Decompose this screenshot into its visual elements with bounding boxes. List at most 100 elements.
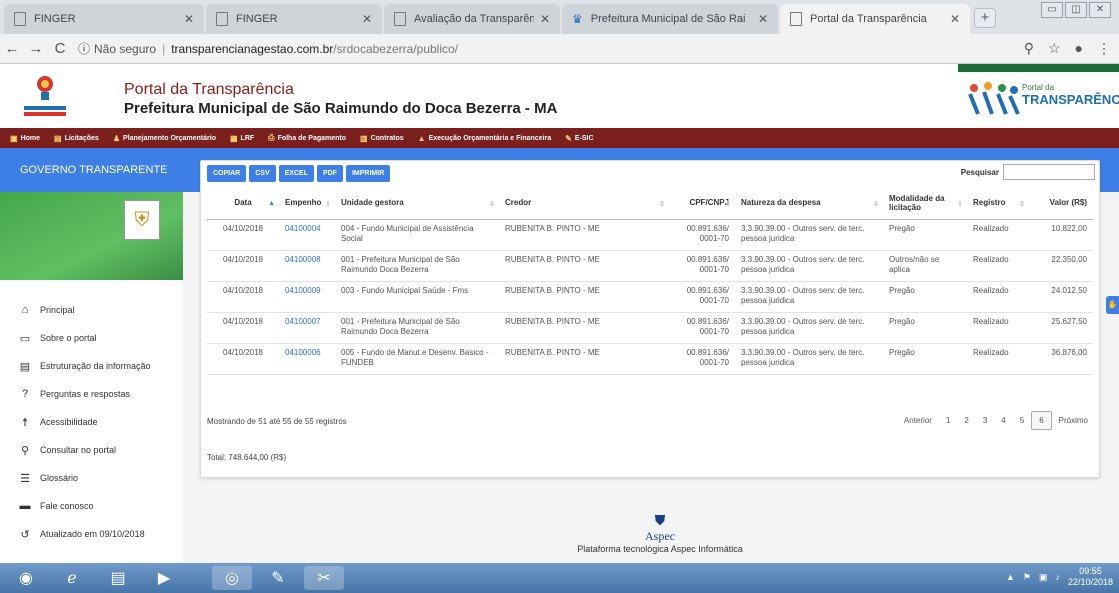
sidebar-item-glossario[interactable]: ☰ Glossário xyxy=(0,464,183,492)
forward-icon[interactable]: → xyxy=(24,40,48,57)
excel-button[interactable]: EXCEL xyxy=(278,165,314,182)
page-button[interactable]: 1 xyxy=(939,412,957,429)
system-tray: ▲ ⚑ ▣ ♪ 09:55 22/10/2018 xyxy=(1006,566,1113,588)
copy-button[interactable]: COPIAR xyxy=(207,165,247,182)
sidebar-item-acessibilidade[interactable]: ☨ Acessibilidade xyxy=(0,408,183,436)
close-icon[interactable]: ✕ xyxy=(758,12,768,26)
network-icon[interactable]: ▣ xyxy=(1039,572,1048,583)
empenho-link[interactable]: 04100008 xyxy=(285,255,321,264)
col-registro[interactable]: Registro ⇕ xyxy=(967,187,1029,220)
edit-icon: ✎ xyxy=(565,133,572,143)
next-page-button[interactable]: Próximo xyxy=(1052,412,1095,429)
sidebar-item-sobre[interactable]: ▭ Sobre o portal xyxy=(0,324,183,352)
zoom-icon[interactable]: ⚲ xyxy=(1024,40,1034,57)
browser-tab-strip: FINGER ✕ FINGER ✕ Avaliação da Transparê… xyxy=(0,0,1119,34)
sidebar-item-consultar[interactable]: ⚲ Consultar no portal xyxy=(0,436,183,464)
back-icon[interactable]: ← xyxy=(0,40,24,57)
page-button[interactable]: 5 xyxy=(1013,412,1031,429)
tray-arrow-icon[interactable]: ▲ xyxy=(1006,572,1015,582)
browser-tab-active[interactable]: Portal da Transparência ✕ xyxy=(780,4,970,34)
maximize-icon[interactable]: ◫ xyxy=(1065,2,1087,18)
sidebar-item-principal[interactable]: ⌂ Principal xyxy=(0,296,183,324)
vlibras-icon[interactable]: ✋ xyxy=(1106,296,1119,314)
menu-item-folha[interactable]: ⎙ Folha de Pagamento xyxy=(268,133,346,143)
empenho-link[interactable]: 04100007 xyxy=(285,317,321,326)
browser-tab[interactable]: Avaliação da Transparência dos ✕ xyxy=(384,4,560,34)
empenho-link[interactable]: 04100006 xyxy=(285,348,321,357)
browser-tab[interactable]: ♛ Prefeitura Municipal de São Rai ✕ xyxy=(562,4,778,34)
print-button[interactable]: IMPRIMIR xyxy=(345,165,391,182)
paint-icon[interactable]: ✎ xyxy=(258,566,298,590)
cell-modalidade: Pregão xyxy=(883,312,967,344)
current-page-button[interactable]: 6 xyxy=(1031,411,1052,430)
pdf-button[interactable]: PDF xyxy=(316,165,343,182)
start-button-icon[interactable]: ◉ xyxy=(6,566,46,590)
cell-registro: Realizado xyxy=(967,343,1029,375)
cell-natureza: 3.3.90.39.00 - Outros serv. de terc. pes… xyxy=(735,343,883,375)
menu-item-licitacoes[interactable]: ▤ Licitações xyxy=(54,134,99,143)
cell-cpf-cnpj: 00.891.636/ 0001-70 xyxy=(669,219,735,251)
cell-credor: RUBENITA B. PINTO - ME xyxy=(499,343,669,375)
search-input[interactable] xyxy=(1003,164,1095,180)
menu-item-esic[interactable]: ✎ E-SIC xyxy=(565,134,593,143)
col-valor[interactable]: Valor (R$) xyxy=(1029,187,1093,220)
col-empenho[interactable]: Empenho ⇕ xyxy=(279,187,335,220)
browser-tab[interactable]: FINGER ✕ xyxy=(4,4,204,34)
flag-icon[interactable]: ⚑ xyxy=(1023,572,1031,583)
reload-icon[interactable]: C xyxy=(48,40,72,57)
col-natureza[interactable]: Natureza da despesa ⇕ xyxy=(735,187,883,220)
col-credor[interactable]: Credor ⇕ xyxy=(499,187,669,220)
col-modalidade[interactable]: Modalidade da licitação ⇕ xyxy=(883,187,967,220)
profile-icon[interactable]: ● xyxy=(1075,40,1083,57)
close-icon[interactable]: ✕ xyxy=(184,12,194,26)
menu-item-planejamento[interactable]: ♟ Planejamento Orçamentário xyxy=(113,134,216,143)
col-data[interactable]: Data ▲ xyxy=(207,187,279,220)
browser-tab[interactable]: FINGER ✕ xyxy=(206,4,382,34)
header-label: Modalidade da licitação xyxy=(889,193,945,212)
menu-item-execucao[interactable]: ▲ Execução Orçamentária e Financeira xyxy=(418,134,551,143)
new-tab-button[interactable]: + xyxy=(974,8,996,28)
col-cpf-cnpj[interactable]: CPF/CNPJ ⇕ xyxy=(669,187,735,220)
city-logo[interactable] xyxy=(20,72,70,122)
info-icon[interactable]: ⓘ xyxy=(78,40,90,57)
col-unidade[interactable]: Unidade gestora ⇕ xyxy=(335,187,499,220)
page-button[interactable]: 4 xyxy=(994,412,1012,429)
csv-button[interactable]: CSV xyxy=(249,165,276,182)
volume-icon[interactable]: ♪ xyxy=(1055,572,1060,582)
search-label: Pesquisar xyxy=(960,167,999,177)
close-window-icon[interactable]: ✕ xyxy=(1089,2,1111,18)
header-label: Natureza da despesa xyxy=(741,198,821,208)
sidebar-item-estruturacao[interactable]: ▤ Estruturação da informação xyxy=(0,352,183,380)
url-field[interactable]: ⓘ Não seguro | transparencianagestao.com… xyxy=(78,40,458,57)
empenho-link[interactable]: 04100004 xyxy=(285,224,321,233)
menu-item-home[interactable]: ▣ Home xyxy=(10,134,40,143)
cell-natureza: 3.3.90.39.00 - Outros serv. de terc. pes… xyxy=(735,219,883,251)
page-button[interactable]: 2 xyxy=(957,412,975,429)
close-icon[interactable]: ✕ xyxy=(540,12,550,26)
close-icon[interactable]: ✕ xyxy=(362,12,372,26)
menu-item-contratos[interactable]: ▥ Contratos xyxy=(360,134,404,143)
menu-item-label: Execução Orçamentária e Financeira xyxy=(428,134,552,142)
footer-brand[interactable]: Aspec xyxy=(560,529,760,544)
bookmark-star-icon[interactable]: ☆ xyxy=(1048,40,1061,57)
app-icon[interactable]: ✂ xyxy=(304,566,344,590)
sidebar-item-fale-conosco[interactable]: ▬ Fale conosco xyxy=(0,492,183,520)
close-icon[interactable]: ✕ xyxy=(950,12,960,26)
cell-unidade: 005 - Fundo de Manut.e Desenv. Basico - … xyxy=(335,343,499,375)
prev-page-button[interactable]: Anterior xyxy=(897,412,939,429)
menu-item-lrf[interactable]: ▦ LRF xyxy=(230,134,254,143)
file-icon: ▥ xyxy=(360,133,368,143)
media-player-icon[interactable]: ▶ xyxy=(144,566,184,590)
empenho-link[interactable]: 04100009 xyxy=(285,286,321,295)
portal-transparencia-logo[interactable]: Portal da TRANSPARÊNCIA xyxy=(958,64,1119,128)
page-button[interactable]: 3 xyxy=(976,412,994,429)
sidebar-item-perguntas[interactable]: ? Perguntas e respostas xyxy=(0,380,183,408)
chrome-icon[interactable]: ◎ xyxy=(212,566,252,590)
file-explorer-icon[interactable]: ▤ xyxy=(98,566,138,590)
internet-explorer-icon[interactable]: ℯ xyxy=(52,566,92,590)
menu-dots-icon[interactable]: ⋮ xyxy=(1097,40,1111,57)
clock-date: 22/10/2018 xyxy=(1067,577,1113,587)
clock[interactable]: 09:55 22/10/2018 xyxy=(1068,566,1113,588)
minimize-icon[interactable]: ▭ xyxy=(1041,2,1063,18)
question-icon: ? xyxy=(21,388,29,400)
